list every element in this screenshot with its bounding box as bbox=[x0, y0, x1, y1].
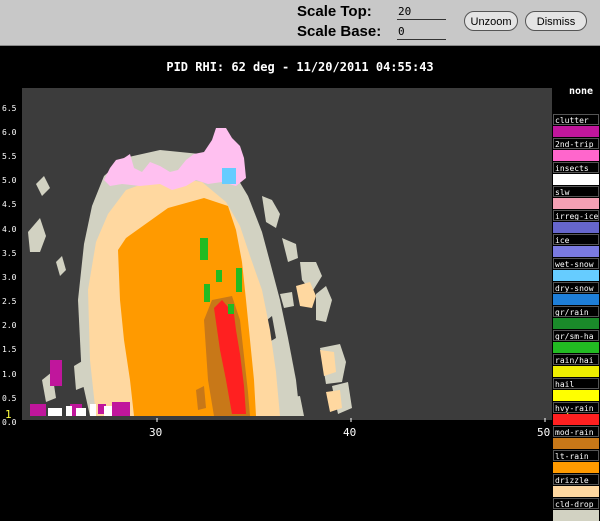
legend-swatch bbox=[553, 270, 599, 281]
y-tick-label: 4.0 bbox=[2, 225, 17, 234]
legend-label: mod-rain bbox=[553, 426, 599, 437]
legend-swatch bbox=[553, 294, 599, 305]
legend-label: hvy-rain bbox=[553, 402, 599, 413]
legend-swatch bbox=[553, 462, 599, 473]
legend-swatch bbox=[553, 222, 599, 233]
legend-swatch bbox=[553, 366, 599, 377]
legend-label: dry-snow bbox=[553, 282, 599, 293]
x-tick-label: 30 bbox=[149, 426, 163, 439]
y-tick-label: 3.5 bbox=[2, 249, 17, 258]
y-tick-label: 1.0 bbox=[2, 370, 17, 379]
legend-header: none bbox=[569, 86, 594, 97]
legend-label: clutter bbox=[553, 114, 599, 125]
corner-label-left: 1 bbox=[5, 408, 12, 421]
legend-swatch bbox=[553, 390, 599, 401]
legend-label: drizzle bbox=[553, 474, 599, 485]
legend-swatch bbox=[553, 150, 599, 161]
legend-swatch bbox=[553, 318, 599, 329]
legend-swatch bbox=[553, 486, 599, 497]
legend-label: rain/hai bbox=[553, 354, 599, 365]
legend-label: gr/sm-ha bbox=[553, 330, 599, 341]
y-tick-label: 5.0 bbox=[2, 176, 17, 185]
legend-label: cld-drop bbox=[553, 498, 599, 509]
legend-label: hail bbox=[553, 378, 599, 389]
legend-swatch bbox=[553, 510, 599, 521]
legend-swatch bbox=[553, 414, 599, 425]
legend-label: irreg-ice bbox=[553, 210, 599, 221]
y-tick-label: 2.5 bbox=[2, 297, 17, 306]
legend-label: wet-snow bbox=[553, 258, 599, 269]
echo-wet-snow bbox=[222, 168, 236, 184]
x-tick-label: 40 bbox=[343, 426, 357, 439]
y-tick-label: 5.5 bbox=[2, 152, 17, 161]
y-tick-label: 3.0 bbox=[2, 273, 17, 282]
y-tick-label: 2.0 bbox=[2, 321, 17, 330]
legend-swatch bbox=[553, 174, 599, 185]
y-tick-label: 6.0 bbox=[2, 128, 17, 137]
legend-label: lt-rain bbox=[553, 450, 599, 461]
legend-label: 2nd-trip bbox=[553, 138, 599, 149]
legend-swatch bbox=[553, 126, 599, 137]
legend-swatch bbox=[553, 246, 599, 257]
y-tick-label: 1.5 bbox=[2, 345, 17, 354]
y-tick-label: 0.5 bbox=[2, 394, 17, 403]
legend-swatch bbox=[553, 342, 599, 353]
legend-label: slw bbox=[553, 186, 599, 197]
legend-swatch bbox=[553, 198, 599, 209]
y-tick-label: 6.5 bbox=[2, 104, 17, 113]
legend-label: ice bbox=[553, 234, 599, 245]
legend-label: gr/rain bbox=[553, 306, 599, 317]
y-tick-label: 4.5 bbox=[2, 200, 17, 209]
legend-label: insects bbox=[553, 162, 599, 173]
x-tick-label: 50 bbox=[537, 426, 551, 439]
rhi-plot[interactable] bbox=[0, 0, 600, 440]
